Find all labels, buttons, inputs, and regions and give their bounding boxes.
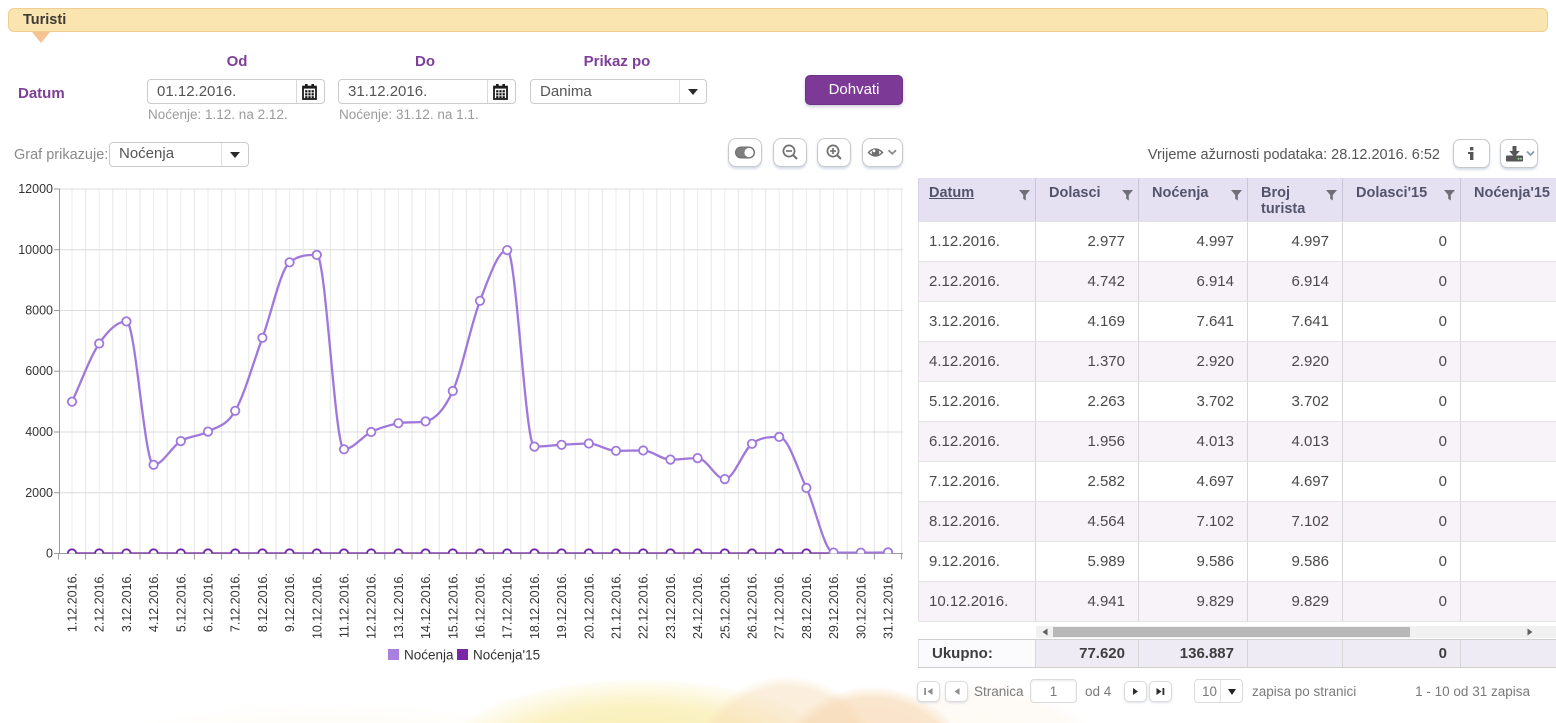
svg-text:6000: 6000: [25, 364, 53, 378]
svg-text:25.12.2016.: 25.12.2016.: [718, 573, 732, 639]
svg-text:1.12.2016.: 1.12.2016.: [66, 573, 80, 632]
svg-text:29.12.2016.: 29.12.2016.: [827, 573, 841, 639]
svg-text:30.12.2016.: 30.12.2016.: [854, 573, 868, 639]
svg-text:11.12.2016.: 11.12.2016.: [338, 573, 352, 638]
svg-text:12.12.2016.: 12.12.2016.: [365, 573, 379, 639]
svg-text:8000: 8000: [25, 304, 53, 318]
svg-text:24.12.2016.: 24.12.2016.: [691, 573, 705, 639]
svg-text:10000: 10000: [18, 243, 53, 257]
svg-text:12000: 12000: [18, 182, 53, 196]
svg-text:10.12.2016.: 10.12.2016.: [310, 573, 324, 639]
svg-text:2.12.2016.: 2.12.2016.: [93, 573, 107, 632]
svg-text:0: 0: [46, 547, 53, 561]
svg-text:4.12.2016.: 4.12.2016.: [147, 573, 161, 632]
svg-text:27.12.2016.: 27.12.2016.: [773, 573, 787, 639]
svg-text:17.12.2016.: 17.12.2016.: [501, 573, 515, 639]
svg-text:8.12.2016.: 8.12.2016.: [256, 573, 270, 632]
svg-text:19.12.2016.: 19.12.2016.: [555, 573, 569, 639]
svg-text:13.12.2016.: 13.12.2016.: [392, 573, 406, 639]
svg-text:6.12.2016.: 6.12.2016.: [202, 573, 216, 632]
svg-text:4000: 4000: [25, 425, 53, 439]
svg-text:18.12.2016.: 18.12.2016.: [528, 573, 542, 639]
svg-text:22.12.2016.: 22.12.2016.: [637, 573, 651, 639]
svg-text:21.12.2016.: 21.12.2016.: [610, 573, 624, 639]
svg-text:2000: 2000: [25, 486, 53, 500]
svg-text:3.12.2016.: 3.12.2016.: [120, 573, 134, 632]
svg-text:28.12.2016.: 28.12.2016.: [800, 573, 814, 639]
svg-text:7.12.2016.: 7.12.2016.: [229, 573, 243, 632]
svg-text:26.12.2016.: 26.12.2016.: [746, 573, 760, 639]
svg-text:9.12.2016.: 9.12.2016.: [283, 573, 297, 632]
svg-text:23.12.2016.: 23.12.2016.: [664, 573, 678, 639]
svg-text:31.12.2016.: 31.12.2016.: [882, 573, 896, 639]
svg-text:5.12.2016.: 5.12.2016.: [174, 573, 188, 632]
svg-text:16.12.2016.: 16.12.2016.: [474, 573, 488, 639]
svg-text:15.12.2016.: 15.12.2016.: [446, 573, 460, 639]
svg-text:Noćenja'15: Noćenja'15: [473, 648, 540, 663]
svg-text:20.12.2016.: 20.12.2016.: [582, 573, 596, 639]
svg-text:14.12.2016.: 14.12.2016.: [419, 573, 433, 639]
svg-text:Noćenja: Noćenja: [404, 648, 454, 663]
